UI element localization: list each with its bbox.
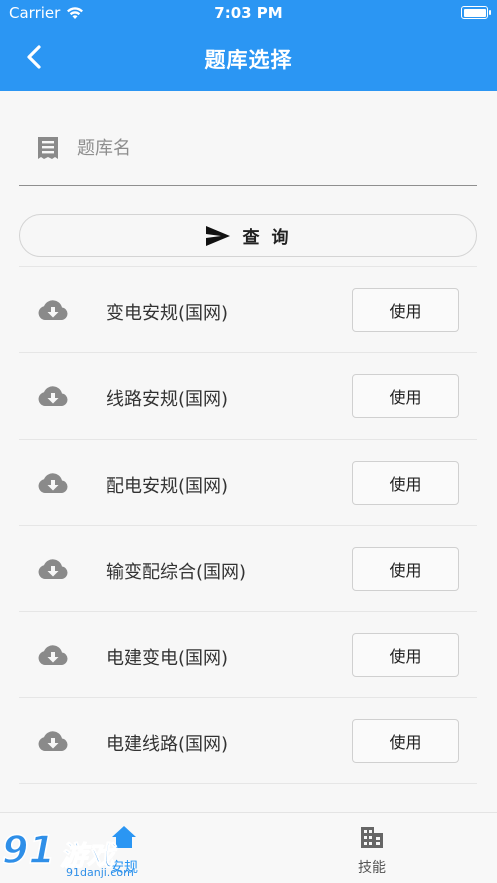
cloud-download-icon (38, 386, 68, 407)
list-item: 电建变电(国网) 使用 (19, 611, 477, 697)
bank-name: 配电安规(国网) (106, 475, 229, 497)
query-button-label: 查 询 (242, 228, 292, 248)
bank-name: 电建线路(国网) (106, 734, 229, 756)
tab-skills[interactable]: 技能 (248, 813, 496, 883)
cloud-download-icon (38, 472, 68, 493)
list-item: 输变配综合(国网) 使用 (19, 524, 477, 611)
status-time: 7:03 PM (214, 4, 283, 22)
watermark-number: 91 (1, 827, 55, 873)
use-button[interactable]: 使用 (352, 633, 459, 678)
list-item: 线路安规(国网) 使用 (19, 352, 477, 438)
watermark-url: 91danji.com (66, 866, 134, 879)
list-item: 配电安规(国网) 使用 (19, 438, 477, 525)
bank-name: 线路安规(国网) (106, 389, 229, 411)
query-button[interactable]: 查 询 (19, 214, 477, 257)
use-button[interactable]: 使用 (352, 719, 459, 764)
cloud-download-icon (38, 731, 68, 752)
question-bank-list: 变电安规(国网) 使用 线路安规(国网) 使用 配电安规(国网) 使用 输变配综… (19, 266, 477, 784)
use-button[interactable]: 使用 (352, 460, 459, 505)
tab-label: 技能 (358, 860, 386, 876)
building-icon (361, 827, 383, 848)
navigation-bar: 题库选择 (0, 26, 497, 91)
use-button[interactable]: 使用 (352, 546, 459, 591)
cloud-download-icon (38, 645, 68, 666)
bank-name: 电建变电(国网) (106, 648, 229, 670)
use-button[interactable]: 使用 (352, 288, 459, 332)
document-icon (38, 137, 58, 159)
site-watermark-logo: 91 游戏 91danji.com (1, 827, 152, 883)
page-title: 题库选择 (204, 48, 293, 72)
list-item: 变电安规(国网) 使用 (19, 266, 477, 352)
bank-name-input[interactable] (77, 132, 457, 164)
status-bar: Carrier 7:03 PM (0, 0, 497, 26)
use-button[interactable]: 使用 (352, 374, 459, 419)
bank-name: 变电安规(国网) (106, 303, 229, 324)
cloud-download-icon (38, 559, 68, 579)
bank-name: 输变配综合(国网) (106, 561, 247, 583)
search-field (19, 112, 477, 186)
battery-icon (461, 6, 491, 19)
cloud-download-icon (38, 300, 68, 320)
app-header: Carrier 7:03 PM 题库选择 (0, 0, 497, 91)
send-icon (205, 225, 230, 246)
list-item: 电建线路(国网) 使用 (19, 697, 477, 784)
